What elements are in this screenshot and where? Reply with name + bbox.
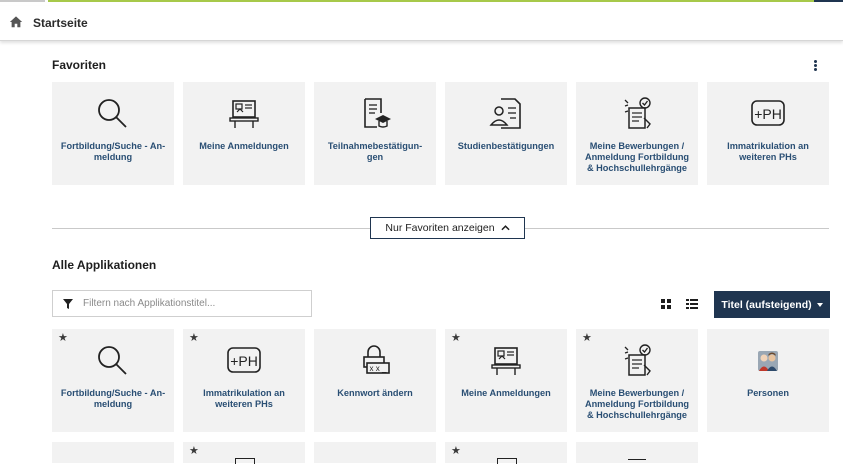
home-icon[interactable] — [9, 15, 23, 29]
favorite-tile-meine-anmeldungen[interactable]: Meine Anmeldungen — [183, 82, 305, 185]
tile-label: Studienbestätigungen — [457, 141, 555, 151]
favorite-star-icon[interactable]: ★ — [189, 446, 199, 457]
presentation-board-icon — [491, 347, 521, 375]
app-filter-field[interactable] — [52, 290, 312, 317]
favorite-star-icon[interactable]: ★ — [582, 333, 592, 344]
tile-label: Immatrikulation an weiteren PHs — [203, 388, 285, 409]
lock-password-icon: x x _ — [363, 345, 390, 374]
all-apps-title: Alle Applikationen — [52, 258, 157, 272]
application-checklist-icon — [624, 97, 651, 129]
partial-icon — [628, 459, 646, 464]
app-tile-immatrikulation[interactable]: ★ +PH Immatrikulation an weiteren PHs — [183, 329, 305, 432]
divider-left — [52, 228, 370, 229]
app-tile-meine-anmeldungen[interactable]: ★ Meine Anmeldungen — [445, 329, 567, 432]
app-tile-fortbildung-suche[interactable]: ★ Fortbildung/Suche - An-meldung — [52, 329, 174, 432]
tile-label: Teilnahmebestätigun-gen — [327, 141, 423, 162]
app-tile-partial[interactable]: ★ — [445, 442, 567, 464]
svg-text:+PH: +PH — [754, 106, 782, 122]
favorite-star-icon[interactable]: ★ — [451, 333, 461, 344]
toggle-label: Nur Favoriten anzeigen — [385, 222, 495, 234]
tile-label: Personen — [747, 388, 789, 398]
grid-view-icon[interactable] — [661, 299, 671, 309]
chevron-up-icon — [500, 225, 510, 231]
app-tile-meine-bewerbungen[interactable]: ★ Meine Bewerbungen / Anmeldung Fortbild… — [576, 329, 698, 432]
tile-label: Immatrikulation an weiteren PHs — [727, 141, 809, 162]
app-tile-partial[interactable] — [52, 442, 174, 463]
sort-dropdown[interactable]: Titel (aufsteigend) — [714, 291, 830, 318]
tile-label: Meine Bewerbungen / Anmeldung Fortbildun… — [584, 388, 690, 420]
favorites-title: Favoriten — [52, 58, 107, 72]
filter-input[interactable] — [81, 297, 305, 310]
app-tile-partial[interactable]: ★ — [183, 442, 305, 464]
favorite-star-icon[interactable]: ★ — [451, 446, 461, 457]
people-icon — [758, 351, 778, 371]
tile-label: Fortbildung/Suche - An-meldung — [60, 388, 166, 409]
app-tile-partial[interactable] — [314, 442, 436, 463]
favorite-tile-teilnahmebestaetigungen[interactable]: Teilnahmebestätigun-gen — [314, 82, 436, 185]
favorite-star-icon[interactable]: ★ — [58, 333, 68, 344]
show-favorites-only-toggle[interactable]: Nur Favoriten anzeigen — [370, 217, 525, 239]
presentation-board-icon — [229, 100, 259, 128]
plus-ph-icon: +PH — [751, 100, 785, 126]
tile-label: Meine Anmeldungen — [199, 141, 289, 151]
plus-ph-icon: +PH — [227, 347, 261, 373]
partial-icon — [497, 458, 517, 464]
svg-text:x x _: x x _ — [370, 364, 387, 373]
filter-icon — [63, 298, 73, 309]
document-graduation-icon — [364, 98, 391, 128]
app-tile-personen[interactable]: Personen — [707, 329, 829, 432]
app-tile-partial[interactable] — [576, 442, 698, 463]
tile-label: Fortbildung/Suche - An-meldung — [60, 141, 166, 162]
favorite-tile-fortbildung-suche[interactable]: Fortbildung/Suche - An-meldung — [52, 82, 174, 185]
tile-label: Meine Anmeldungen — [461, 388, 551, 398]
app-tile-kennwort-aendern[interactable]: x x _ Kennwort ändern — [314, 329, 436, 432]
application-checklist-icon — [624, 344, 651, 376]
breadcrumb: Startseite — [0, 6, 843, 41]
search-icon — [98, 346, 127, 375]
svg-text:+PH: +PH — [230, 353, 258, 369]
favorite-tile-studienbestaetigungen[interactable]: Studienbestätigungen — [445, 82, 567, 185]
favorite-star-icon[interactable]: ★ — [189, 333, 199, 344]
favorite-tile-meine-bewerbungen[interactable]: Meine Bewerbungen / Anmeldung Fortbildun… — [576, 82, 698, 185]
sort-label: Titel (aufsteigend) — [721, 298, 812, 311]
tile-label: Meine Bewerbungen / Anmeldung Fortbildun… — [584, 141, 690, 173]
search-icon — [98, 99, 127, 128]
list-view-icon[interactable] — [686, 299, 698, 309]
kebab-menu-icon[interactable] — [812, 60, 818, 72]
tile-label: Kennwort ändern — [337, 388, 413, 398]
breadcrumb-home-link[interactable]: Startseite — [33, 16, 88, 30]
favorite-tile-immatrikulation[interactable]: +PH Immatrikulation an weiteren PHs — [707, 82, 829, 185]
certificate-person-icon — [489, 98, 521, 129]
divider-right — [525, 228, 829, 229]
partial-icon — [235, 458, 255, 464]
top-accent-bar — [0, 0, 843, 3]
caret-down-icon — [816, 302, 823, 307]
